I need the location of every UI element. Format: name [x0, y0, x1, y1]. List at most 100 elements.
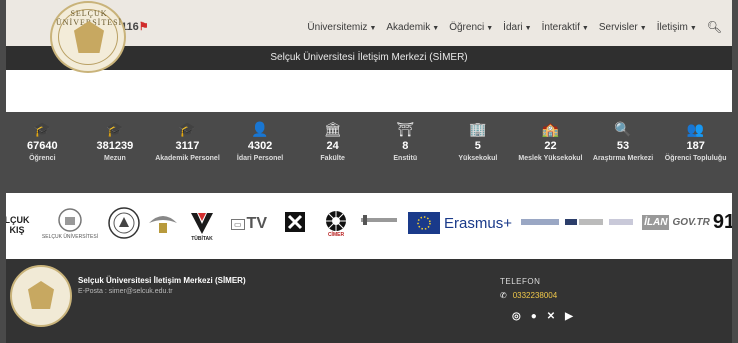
ilan-text: İLAN: [642, 214, 670, 230]
ilan-govtr-logo[interactable]: İLAN GOV.TR: [638, 207, 714, 237]
footer-org-name: Selçuk Üniversitesi İletişim Merkezi (Sİ…: [78, 276, 246, 285]
chevron-down-icon: ▼: [639, 24, 647, 32]
footer-email[interactable]: E-Posta : simer@selcuk.edu.tr: [78, 288, 173, 295]
stat-value: 5: [474, 140, 481, 152]
stat-label: Fakülte: [320, 155, 345, 162]
school-icon: 🏢: [469, 121, 487, 137]
stat-label: Öğrenci: [29, 155, 56, 162]
flag-icon: ⚑: [138, 21, 149, 33]
stat-7: 🏫 22 Meslek Yüksekokul: [514, 112, 587, 193]
chevron-down-icon: ▼: [432, 24, 440, 32]
uzem-logo-text: SELÇUK ÜNİVERSİTESİ: [41, 234, 99, 240]
small-banner-logo[interactable]: [360, 213, 398, 227]
chevron-down-icon: ▼: [369, 24, 377, 32]
footer-phone[interactable]: ✆ 0332238004: [500, 291, 557, 300]
nav-label: Öğrenci: [449, 21, 485, 33]
nav-label: Üniversitemiz: [307, 21, 368, 33]
stat-8: 🔍 53 Araştırma Merkezi: [587, 112, 660, 193]
nav-interaktif[interactable]: İnteraktif ▼: [542, 22, 589, 33]
selcuk-partner-line1: LÇUK: [6, 215, 30, 225]
selcuk-partner-logo[interactable]: LÇUK KIŞ: [6, 207, 30, 243]
graduate-icon: 🎓: [106, 121, 124, 137]
academic-staff-icon: 🎓: [178, 121, 197, 137]
emblem-logo[interactable]: [146, 207, 180, 239]
nav-label: İnteraktif: [541, 21, 580, 33]
footer-phone-number: 0332238004: [512, 291, 558, 300]
chevron-down-icon: ▼: [581, 24, 589, 32]
stat-2: 🎓 3117 Akademik Personel: [151, 112, 224, 193]
chevron-down-icon: ▼: [689, 24, 697, 32]
nav-idari[interactable]: İdari ▼: [503, 22, 531, 33]
institute-icon: ⛩: [396, 121, 415, 137]
chevron-down-icon: ▼: [486, 24, 494, 32]
selcuk-partner-line2: KIŞ: [9, 225, 25, 235]
social-links: ◎ ● ✕ ▶: [512, 311, 573, 322]
stat-5: ⛩ 8 Enstitü: [369, 112, 442, 193]
stat-1: 🎓 381239 Mezun: [79, 112, 152, 193]
faded-logo-3[interactable]: [608, 217, 634, 227]
faded-logo-icon: [521, 219, 559, 225]
phone-icon: ✆: [500, 291, 507, 300]
stat-value: 8: [402, 140, 409, 152]
nav-iletisim[interactable]: İletişim ▼: [657, 22, 697, 33]
stat-label: Öğrenci Topluluğu: [664, 155, 727, 162]
nav-ogrenci[interactable]: Öğrenci ▼: [449, 22, 493, 33]
tubitak-text: TÜBİTAK: [191, 236, 213, 242]
nav-akademik[interactable]: Akademik ▼: [386, 22, 439, 33]
stat-6: 🏢 5 Yüksekokul: [442, 112, 515, 193]
stat-label: Yüksekokul: [458, 155, 498, 162]
seal-icon: [108, 207, 140, 239]
stat-value: 4302: [247, 140, 273, 152]
facebook-icon[interactable]: ●: [531, 311, 537, 322]
eagle-icon: [149, 216, 177, 233]
cross-logo-icon: [285, 212, 305, 232]
research-icon: 🔍: [614, 121, 632, 137]
govtr-text: GOV.TR: [672, 216, 710, 228]
cross-logo[interactable]: [284, 211, 306, 233]
university-logo[interactable]: SELÇUK ÜNİVERSİTESİ: [50, 1, 126, 73]
footer-phone-label: TELEFON: [500, 277, 541, 286]
main-nav: Üniversitemiz ▼ Akademik ▼ Öğrenci ▼ İdari ▼…: [307, 20, 722, 34]
footer-logo-emblem: [28, 281, 54, 309]
nav-label: Servisler: [598, 21, 638, 33]
eu-flag-icon: [408, 212, 441, 234]
seal-logo[interactable]: [106, 205, 142, 241]
erasmus-text: Erasmus+: [444, 214, 512, 232]
x-icon[interactable]: ✕: [547, 311, 555, 322]
instagram-icon[interactable]: ◎: [512, 311, 521, 322]
tubitak-logo[interactable]: TÜBİTAK: [184, 201, 220, 251]
stat-value: 22: [544, 140, 557, 152]
nav-label: İletişim: [656, 21, 688, 33]
nav-label: Akademik: [386, 21, 431, 33]
cimer-logo[interactable]: CİMER: [320, 203, 352, 245]
faded-logo-icon: [565, 219, 603, 225]
stat-value: 24: [326, 140, 339, 152]
erasmus-logo[interactable]: Erasmus+: [404, 207, 516, 239]
cimer-text: CİMER: [327, 232, 345, 238]
stat-label: Akademik Personel: [155, 155, 220, 162]
nav-label: İdari: [503, 21, 523, 33]
chevron-down-icon: ▼: [524, 24, 532, 32]
youtube-icon[interactable]: ▶: [565, 311, 573, 322]
banner-icon: [361, 215, 397, 225]
stat-3: 👤 4302 İdari Personel: [224, 112, 297, 193]
faded-logo-icon: [609, 219, 633, 225]
page: 116⚑ Üniversitemiz ▼ Akademik ▼ Öğrenci ▼ İ…: [6, 0, 732, 343]
stats-bar: 🎓 67640 Öğrenci 🎓 381239 Mezun 🎓 3117 Akademik P…: [6, 112, 732, 193]
faded-logo-2[interactable]: [564, 217, 604, 227]
stat-value: 67640: [27, 140, 58, 152]
stat-value: 53: [616, 140, 630, 152]
admin-staff-icon: 👤: [251, 121, 269, 137]
last-partner-logo[interactable]: 91: [712, 207, 732, 237]
building-icon: [58, 208, 82, 232]
nav-servisler[interactable]: Servisler ▼: [599, 22, 647, 33]
community-icon: 👥: [686, 121, 705, 137]
footer-logo[interactable]: [10, 265, 72, 327]
last-partner-text: 91: [712, 210, 732, 233]
search-icon[interactable]: 🔍︎: [707, 20, 722, 34]
uzem-logo[interactable]: SELÇUK ÜNİVERSİTESİ: [40, 203, 100, 245]
nav-universitemiz[interactable]: Üniversitemiz ▼: [307, 22, 376, 33]
faded-logo-1[interactable]: [520, 217, 560, 227]
tv-logo[interactable]: ▭ TV: [224, 209, 274, 239]
vocational-icon: 🏫: [541, 121, 560, 137]
